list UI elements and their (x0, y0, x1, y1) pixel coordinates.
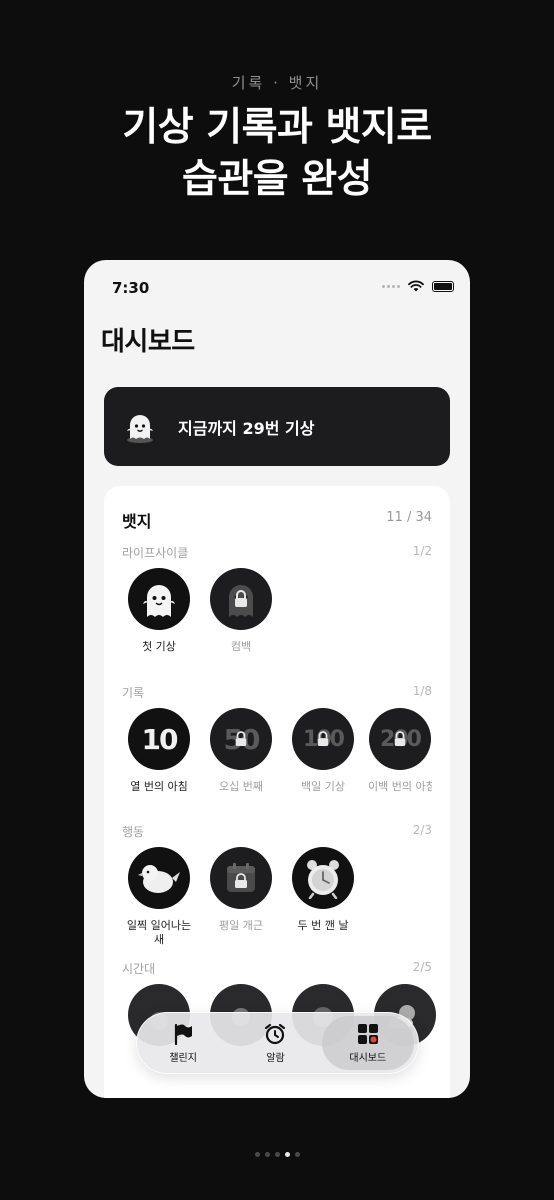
page-dot[interactable] (264, 1152, 270, 1157)
ghost-icon (127, 414, 153, 443)
badge-circle: 10 (128, 708, 190, 770)
badge-label: 백일 기상 (301, 780, 345, 793)
section-count: 1/8 (412, 684, 432, 698)
signal-icon (382, 284, 400, 288)
badge-item[interactable]: 10 열 번의 아침 (122, 708, 196, 794)
promo-kicker: 기록 · 뱃지 (231, 74, 323, 92)
badge-label: 일찍 일어나는 새 (126, 919, 192, 946)
lock-icon (235, 590, 247, 607)
badge-label: 두 번 깬 날 (297, 919, 349, 932)
badge-circle: 50 (210, 708, 272, 770)
badge-item[interactable]: 100 백일 기상 (286, 708, 360, 794)
wake-count-text: 지금까지 29번 기상 (178, 418, 315, 438)
badge-item[interactable]: 일찍 일어나는 새 (122, 847, 196, 947)
tab-dashboard[interactable]: 대시보드 (321, 1016, 414, 1070)
section-title: 기록 (122, 686, 145, 700)
status-icons (382, 280, 454, 292)
promo-headline: 기상 기록과 뱃지로 습관을 완성 (0, 102, 554, 206)
flag-icon (175, 1023, 193, 1045)
wake-summary-card[interactable]: 지금까지 29번 기상 (104, 387, 450, 466)
lock-icon (317, 731, 329, 746)
section-count: 2/3 (412, 823, 432, 837)
page-dot[interactable] (254, 1152, 260, 1157)
page-dot[interactable] (274, 1152, 280, 1157)
section-title: 행동 (122, 825, 145, 839)
ghost-icon (143, 585, 175, 617)
badge-label: 열 번의 아침 (130, 780, 188, 793)
page-indicator (0, 1152, 554, 1157)
badge-item[interactable]: 컴백 (204, 568, 278, 654)
section-count: 1/2 (412, 544, 432, 558)
bird-icon (138, 865, 180, 893)
badge-label: 컴백 (230, 640, 252, 653)
badge-label: 이백 번의 아침 (368, 780, 432, 793)
battery-icon (432, 280, 454, 292)
badge-circle (210, 847, 272, 909)
wifi-icon (408, 280, 424, 292)
tab-label: 챌린지 (169, 1052, 197, 1064)
tab-label: 대시보드 (349, 1052, 387, 1064)
headline-line-2: 습관을 완성 (182, 157, 372, 202)
headline-line-1: 기상 기록과 뱃지로 (122, 105, 432, 150)
grid-icon (357, 1023, 378, 1044)
section-title: 시간대 (122, 962, 156, 976)
badge-label: 오십 번째 (219, 780, 263, 793)
badge-item[interactable]: 200 이백 번의 아침 (368, 708, 432, 794)
page-dot[interactable] (294, 1152, 300, 1157)
badge-circle (128, 847, 190, 909)
badge-circle (210, 568, 272, 630)
tab-alarm[interactable]: 알람 (229, 1016, 321, 1070)
phone-screen: 7:30 대시보드 지금까지 29번 기상 뱃지 11 / 34 라이프사이클 … (84, 260, 470, 1098)
lock-icon (235, 731, 247, 746)
page-title: 대시보드 (101, 327, 195, 357)
badge-item[interactable]: 평일 개근 (204, 847, 278, 933)
alarm-clock-icon (307, 860, 339, 899)
section-title: 라이프사이클 (122, 546, 189, 560)
lock-icon (394, 731, 406, 746)
calendar-icon (227, 863, 255, 892)
badge-circle (128, 568, 190, 630)
badge-number-art: 10 (141, 722, 179, 756)
badge-panel-title: 뱃지 (122, 512, 152, 531)
badge-label: 첫 기상 (142, 640, 176, 653)
badge-circle: 200 (369, 708, 431, 770)
tab-challenge[interactable]: 챌린지 (137, 1016, 229, 1070)
badge-label: 평일 개근 (219, 919, 263, 932)
badge-panel: 뱃지 11 / 34 라이프사이클 1/2 첫 기상 컴백 기록 1/8 10 … (104, 486, 450, 1098)
badge-circle (292, 847, 354, 909)
section-count: 2/5 (412, 960, 432, 974)
tab-label: 알람 (266, 1052, 285, 1064)
badge-item[interactable]: 첫 기상 (122, 568, 196, 654)
badge-circle: 100 (292, 708, 354, 770)
status-time: 7:30 (112, 279, 150, 297)
page-dot-active[interactable] (284, 1152, 290, 1157)
badge-item[interactable]: 두 번 깬 날 (286, 847, 360, 933)
tab-bar: 챌린지 알람 대시보드 (136, 1012, 419, 1074)
alarm-icon (265, 1023, 286, 1044)
badge-panel-count: 11 / 34 (386, 510, 432, 525)
badge-item[interactable]: 50 오십 번째 (204, 708, 278, 794)
